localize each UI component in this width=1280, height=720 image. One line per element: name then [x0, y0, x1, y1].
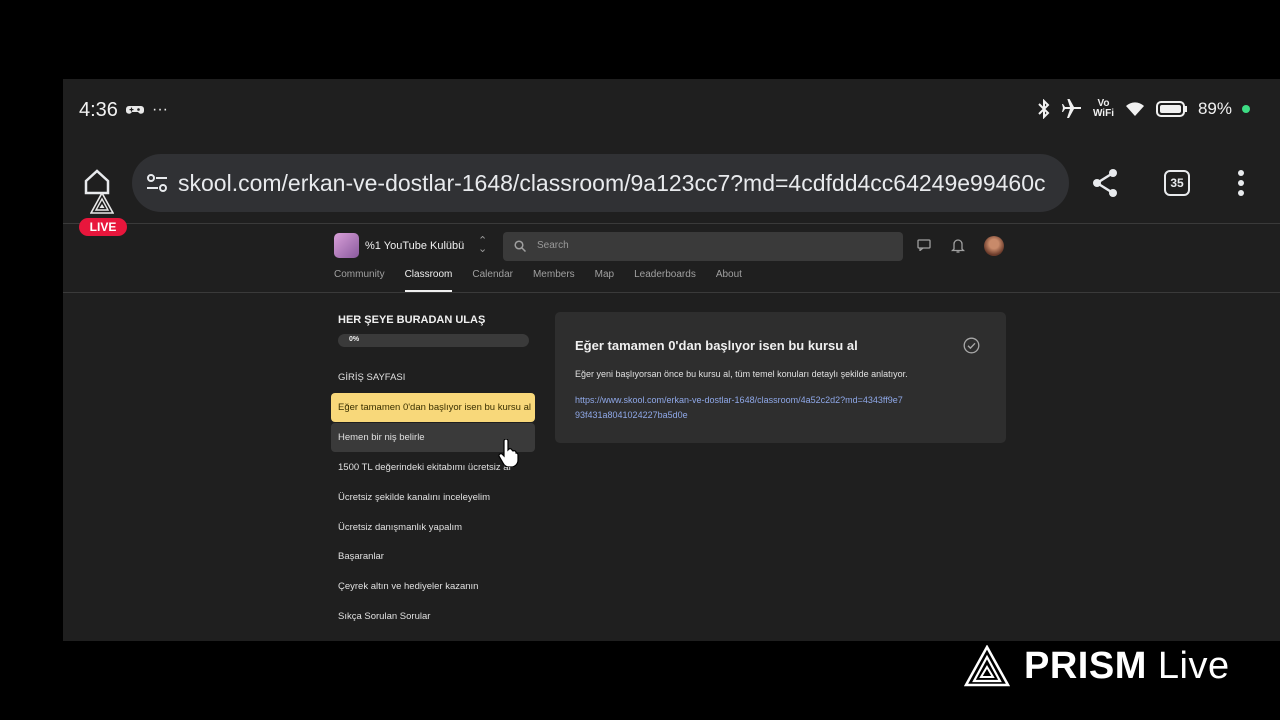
prism-live-wordmark: PRISM Live [1024, 644, 1230, 687]
header-divider [63, 292, 1280, 293]
search-placeholder: Search [537, 240, 569, 251]
wifi-icon [1125, 102, 1144, 116]
airplane-mode-icon [1061, 99, 1081, 118]
lesson-item[interactable]: Başaranlar [331, 542, 535, 571]
live-badge: LIVE [79, 218, 127, 236]
lesson-item[interactable]: Sıkça Sorulan Sorular [331, 602, 535, 631]
game-controller-icon [126, 106, 144, 114]
site-settings-icon[interactable] [146, 172, 168, 194]
hand-cursor-icon [498, 439, 519, 467]
phone-screen: 4:36 ··· Vo WiFi 89% skool.com/erkan-ve-d… [63, 79, 1280, 641]
search-bar[interactable]: Search [503, 232, 903, 261]
tab-community[interactable]: Community [334, 268, 385, 292]
prism-live-watermark: PRISM Live [964, 642, 1230, 690]
search-icon [514, 240, 526, 252]
site-header: %1 YouTube Kulübü ⌃ ⌄ Search [334, 230, 1006, 261]
status-bar: 4:36 ··· Vo WiFi 89% [63, 79, 1280, 143]
group-logo[interactable] [334, 233, 359, 258]
tab-leaderboards[interactable]: Leaderboards [634, 268, 696, 292]
lesson-item[interactable]: Ücretsiz danışmanlık yapalım [331, 513, 535, 542]
main-nav: Community Classroom Calendar Members Map… [334, 268, 762, 292]
tab-map[interactable]: Map [595, 268, 614, 292]
privacy-indicator-icon [1242, 105, 1250, 113]
url-text[interactable]: skool.com/erkan-ve-dostlar-1648/classroo… [178, 170, 1046, 197]
tab-calendar[interactable]: Calendar [472, 268, 513, 292]
course-progress-bar: 0% [338, 334, 529, 347]
lesson-item[interactable]: Ücretsiz şekilde kanalını inceleyelim [331, 483, 535, 512]
browser-toolbar: skool.com/erkan-ve-dostlar-1648/classroo… [63, 143, 1280, 223]
lesson-link[interactable]: https://www.skool.com/erkan-ve-dostlar-1… [575, 393, 905, 423]
mark-complete-icon[interactable] [963, 337, 980, 354]
course-title: HER ŞEYE BURADAN ULAŞ [338, 314, 486, 326]
prism-logo-icon [90, 192, 114, 214]
tab-switcher-button[interactable]: 35 [1164, 170, 1190, 196]
group-switcher-icon[interactable]: ⌃ ⌄ [478, 236, 487, 255]
chat-icon[interactable] [917, 239, 931, 251]
tab-about[interactable]: About [716, 268, 742, 292]
lesson-title: Eğer tamamen 0'dan başlıyor isen bu kurs… [575, 338, 858, 353]
user-avatar[interactable] [984, 236, 1004, 256]
tab-members[interactable]: Members [533, 268, 575, 292]
battery-percent: 89% [1197, 99, 1232, 118]
clock: 4:36 [79, 99, 118, 121]
lesson-content-card: Eğer tamamen 0'dan başlıyor isen bu kurs… [555, 312, 1006, 443]
section-title[interactable]: GİRİŞ SAYFASI [338, 372, 405, 383]
tab-classroom[interactable]: Classroom [404, 268, 453, 292]
progress-label: 0% [349, 336, 360, 343]
battery-icon [1155, 101, 1187, 117]
bell-icon[interactable] [951, 238, 965, 253]
vowifi-icon: Vo WiFi [1092, 98, 1114, 119]
lesson-item[interactable]: Çeyrek altın ve hediyeler kazanın [331, 572, 535, 601]
share-icon[interactable] [1091, 168, 1119, 198]
lesson-description: Eğer yeni başlıyorsan önce bu kursu al, … [575, 369, 908, 379]
prism-live-logo-icon [964, 645, 1010, 687]
address-bar[interactable]: skool.com/erkan-ve-dostlar-1648/classroo… [132, 154, 1069, 212]
bluetooth-icon [1038, 99, 1050, 119]
web-page: %1 YouTube Kulübü ⌃ ⌄ Search Community Cl… [63, 223, 1280, 641]
more-options-icon[interactable] [1237, 169, 1245, 197]
lesson-item[interactable]: Eğer tamamen 0'dan başlıyor isen bu kurs… [331, 393, 535, 422]
more-notifications-icon: ··· [152, 101, 168, 118]
group-name[interactable]: %1 YouTube Kulübü [365, 240, 464, 252]
